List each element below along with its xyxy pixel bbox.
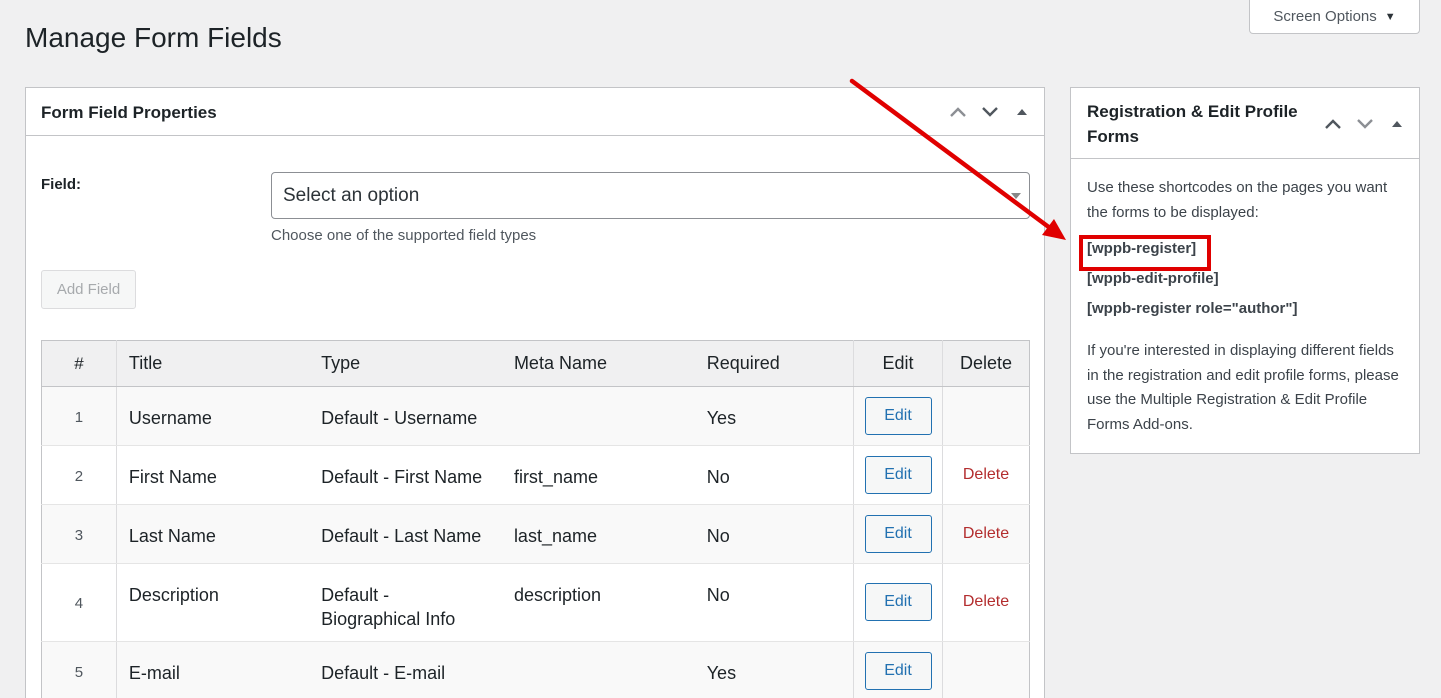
row-delete-cell: Delete bbox=[942, 563, 1030, 642]
row-type: Default - E-mail bbox=[309, 641, 502, 698]
side-box-body: Use these shortcodes on the pages you wa… bbox=[1071, 159, 1419, 437]
row-type: Default - First Name bbox=[309, 445, 502, 505]
add-ons-note: If you're interested in displaying diffe… bbox=[1087, 342, 1399, 433]
row-required: No bbox=[694, 504, 855, 564]
table-row[interactable]: 5 E-mail Default - E-mail Yes Edit bbox=[41, 641, 1030, 698]
row-meta-name bbox=[501, 386, 695, 446]
row-required: No bbox=[694, 445, 855, 505]
row-required: Yes bbox=[694, 641, 855, 698]
row-delete-cell: Delete bbox=[942, 504, 1030, 564]
handle-actions bbox=[942, 97, 1038, 127]
table-header-row: # Title Type Meta Name Required Edit Del… bbox=[41, 340, 1030, 387]
row-meta-name: description bbox=[501, 563, 695, 642]
shortcode-register-author: [wppb-register role="author"] bbox=[1087, 300, 1298, 317]
row-title: First Name bbox=[116, 445, 310, 505]
move-up-button[interactable] bbox=[1317, 109, 1349, 139]
row-delete-cell bbox=[942, 386, 1030, 446]
move-down-button[interactable] bbox=[1349, 109, 1381, 139]
row-required: Yes bbox=[694, 386, 855, 446]
delete-link[interactable]: Delete bbox=[963, 593, 1009, 611]
chevron-up-icon bbox=[950, 107, 966, 117]
row-number: 1 bbox=[41, 386, 117, 446]
postbox-title: Form Field Properties bbox=[41, 103, 217, 122]
column-header-type: Type bbox=[309, 340, 502, 387]
triangle-up-icon bbox=[1392, 121, 1402, 127]
screen-options-button[interactable]: Screen Options ▼ bbox=[1249, 0, 1420, 34]
row-edit-cell: Edit bbox=[853, 386, 943, 446]
delete-link[interactable]: Delete bbox=[963, 525, 1009, 543]
move-up-button[interactable] bbox=[942, 97, 974, 127]
row-required: No bbox=[694, 563, 855, 642]
fields-table: # Title Type Meta Name Required Edit Del… bbox=[41, 340, 1030, 698]
row-title: Username bbox=[116, 386, 310, 446]
move-down-button[interactable] bbox=[974, 97, 1006, 127]
triangle-up-icon bbox=[1017, 109, 1027, 115]
row-title: Description bbox=[116, 563, 310, 642]
table-row[interactable]: 4 Description Default - Biographical Inf… bbox=[41, 563, 1030, 642]
row-number: 4 bbox=[41, 563, 117, 642]
shortcode-edit-profile: [wppb-edit-profile] bbox=[1087, 270, 1219, 287]
postbox-header: Registration & Edit Profile Forms bbox=[1071, 88, 1419, 159]
field-label: Field: bbox=[41, 176, 81, 193]
page: Screen Options ▼ Manage Form Fields Form… bbox=[0, 0, 1441, 698]
shortcodes-intro: Use these shortcodes on the pages you wa… bbox=[1087, 179, 1388, 221]
select-value: Select an option bbox=[283, 185, 420, 206]
row-title: E-mail bbox=[116, 641, 310, 698]
page-title: Manage Form Fields bbox=[25, 22, 282, 53]
table-row[interactable]: 3 Last Name Default - Last Name last_nam… bbox=[41, 504, 1030, 564]
form-field-properties-box: Form Field Properties Field: Select an o… bbox=[25, 87, 1045, 698]
column-header-delete: Delete bbox=[942, 340, 1030, 387]
chevron-down-icon bbox=[1357, 119, 1373, 129]
field-type-select[interactable]: Select an option bbox=[271, 172, 1030, 219]
column-header-number: # bbox=[41, 340, 117, 387]
row-edit-cell: Edit bbox=[853, 445, 943, 505]
edit-button[interactable]: Edit bbox=[864, 652, 932, 690]
row-edit-cell: Edit bbox=[853, 641, 943, 698]
delete-link[interactable]: Delete bbox=[963, 466, 1009, 484]
toggle-panel-button[interactable] bbox=[1006, 97, 1038, 127]
add-field-button[interactable]: Add Field bbox=[41, 270, 136, 309]
row-meta-name bbox=[501, 641, 695, 698]
field-description: Choose one of the supported field types bbox=[271, 227, 537, 244]
edit-button[interactable]: Edit bbox=[864, 397, 932, 435]
edit-button[interactable]: Edit bbox=[864, 583, 932, 621]
row-title: Last Name bbox=[116, 504, 310, 564]
row-meta-name: first_name bbox=[501, 445, 695, 505]
row-edit-cell: Edit bbox=[853, 504, 943, 564]
screen-options-label: Screen Options bbox=[1273, 8, 1377, 25]
row-type: Default - Username bbox=[309, 386, 502, 446]
postbox-title: Registration & Edit Profile Forms bbox=[1087, 102, 1298, 146]
caret-down-icon: ▼ bbox=[1384, 10, 1396, 23]
edit-button[interactable]: Edit bbox=[864, 515, 932, 553]
postbox-header: Form Field Properties bbox=[26, 88, 1044, 136]
toggle-panel-button[interactable] bbox=[1381, 109, 1413, 139]
row-number: 5 bbox=[41, 641, 117, 698]
column-header-edit: Edit bbox=[853, 340, 943, 387]
chevron-up-icon bbox=[1325, 119, 1341, 129]
row-type: Default - Biographical Info bbox=[309, 563, 502, 642]
row-delete-cell bbox=[942, 641, 1030, 698]
column-header-required: Required bbox=[694, 340, 855, 387]
row-type: Default - Last Name bbox=[309, 504, 502, 564]
column-header-meta-name: Meta Name bbox=[501, 340, 695, 387]
column-header-title: Title bbox=[116, 340, 310, 387]
chevron-down-icon bbox=[982, 107, 998, 117]
handle-actions bbox=[1317, 109, 1413, 139]
edit-button[interactable]: Edit bbox=[864, 456, 932, 494]
row-delete-cell: Delete bbox=[942, 445, 1030, 505]
row-meta-name: last_name bbox=[501, 504, 695, 564]
table-row[interactable]: 2 First Name Default - First Name first_… bbox=[41, 445, 1030, 505]
highlight-box bbox=[1079, 235, 1211, 271]
table-row[interactable]: 1 Username Default - Username Yes Edit bbox=[41, 386, 1030, 446]
dropdown-arrow-icon bbox=[1011, 193, 1021, 199]
row-edit-cell: Edit bbox=[853, 563, 943, 642]
row-number: 2 bbox=[41, 445, 117, 505]
row-number: 3 bbox=[41, 504, 117, 564]
